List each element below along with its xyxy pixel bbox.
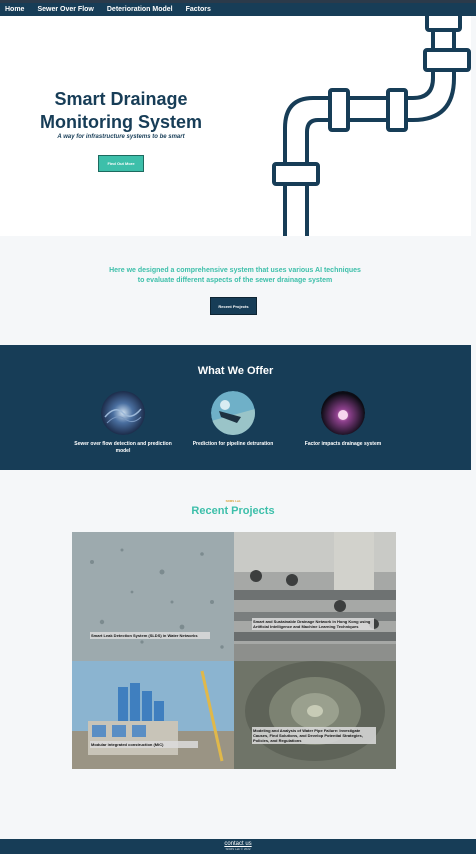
project-card-pipe-failure[interactable]: Modeling and Analysis of Water Pipe Fail… [234, 661, 396, 769]
offer-label-factor-impacts: Factor impacts drainage system [304, 441, 382, 447]
pipeline-prediction-image [211, 391, 255, 435]
offer-item-pipeline-prediction[interactable]: Prediction for pipeline detruration [178, 391, 288, 448]
find-out-more-button[interactable]: Find Out More [98, 155, 144, 172]
intro-line2: to evaluate different aspects of the sew… [137, 277, 333, 284]
nav-home[interactable]: Home [5, 6, 24, 13]
hero-title: Smart Drainage Monitoring System [26, 88, 216, 134]
nav-sewer-over-flow[interactable]: Sewer Over Flow [37, 6, 93, 13]
contact-us-link[interactable]: contact us [0, 839, 476, 847]
project-card-slds[interactable]: Smart Leak Detection System (SLDS) in Wa… [72, 532, 234, 661]
hero-subtitle: A way for infrastructure systems to be s… [57, 134, 185, 140]
project-label-mic: Modular integrated construction (MiC) [90, 741, 198, 748]
nav-factors[interactable]: Factors [186, 6, 211, 13]
water-droplets-image [72, 532, 234, 661]
top-nav: Home Sewer Over Flow Deterioration Model… [0, 0, 476, 16]
tunnel-image [234, 661, 396, 769]
offer-section: What We Offer Sewer over flow detection … [0, 345, 471, 470]
hero-section: Smart Drainage Monitoring System A way f… [0, 16, 471, 236]
footer: contact us SDMS Lab © 2022 [0, 839, 476, 854]
offer-title: What We Offer [197, 365, 274, 377]
project-card-mic[interactable]: Modular integrated construction (MiC) [72, 661, 234, 769]
projects-grid: Smart Leak Detection System (SLDS) in Wa… [72, 532, 396, 769]
projects-section: SDMS Lab Recent Projects Smart Leak Dete… [0, 470, 476, 839]
sewer-overflow-image [101, 391, 145, 435]
intro-text: Here we designed a comprehensive system … [80, 266, 390, 286]
offer-item-factor-impacts[interactable]: Factor impacts drainage system [288, 391, 398, 448]
pipes-valves-image [234, 532, 396, 661]
modular-construction-image [72, 661, 234, 769]
offer-label-sewer-overflow: Sewer over flow detection and prediction… [74, 441, 172, 454]
projects-tag: SDMS Lab [225, 499, 241, 503]
factor-impacts-image [321, 391, 365, 435]
project-label-drainage-network: Smart and Sustainable Drainage Network i… [252, 618, 374, 630]
hero-title-line2: Monitoring System [39, 112, 202, 132]
intro-line1: Here we designed a comprehensive system … [109, 267, 361, 274]
project-card-drainage-network[interactable]: Smart and Sustainable Drainage Network i… [234, 532, 396, 661]
project-label-pipe-failure: Modeling and Analysis of Water Pipe Fail… [252, 727, 376, 744]
project-label-slds: Smart Leak Detection System (SLDS) in Wa… [90, 632, 210, 639]
projects-title: Recent Projects [191, 505, 275, 517]
nav-deterioration-model[interactable]: Deterioration Model [107, 6, 173, 13]
hero-title-line1: Smart Drainage [54, 89, 188, 109]
intro-section: Here we designed a comprehensive system … [0, 236, 471, 345]
footer-copyright: SDMS Lab © 2022 [225, 847, 251, 851]
recent-projects-button[interactable]: Recent Projects [210, 297, 257, 315]
offer-item-sewer-overflow[interactable]: Sewer over flow detection and prediction… [68, 391, 178, 455]
offer-label-pipeline-prediction: Prediction for pipeline detruration [192, 441, 274, 447]
pipe-illustration-icon [272, 16, 471, 236]
